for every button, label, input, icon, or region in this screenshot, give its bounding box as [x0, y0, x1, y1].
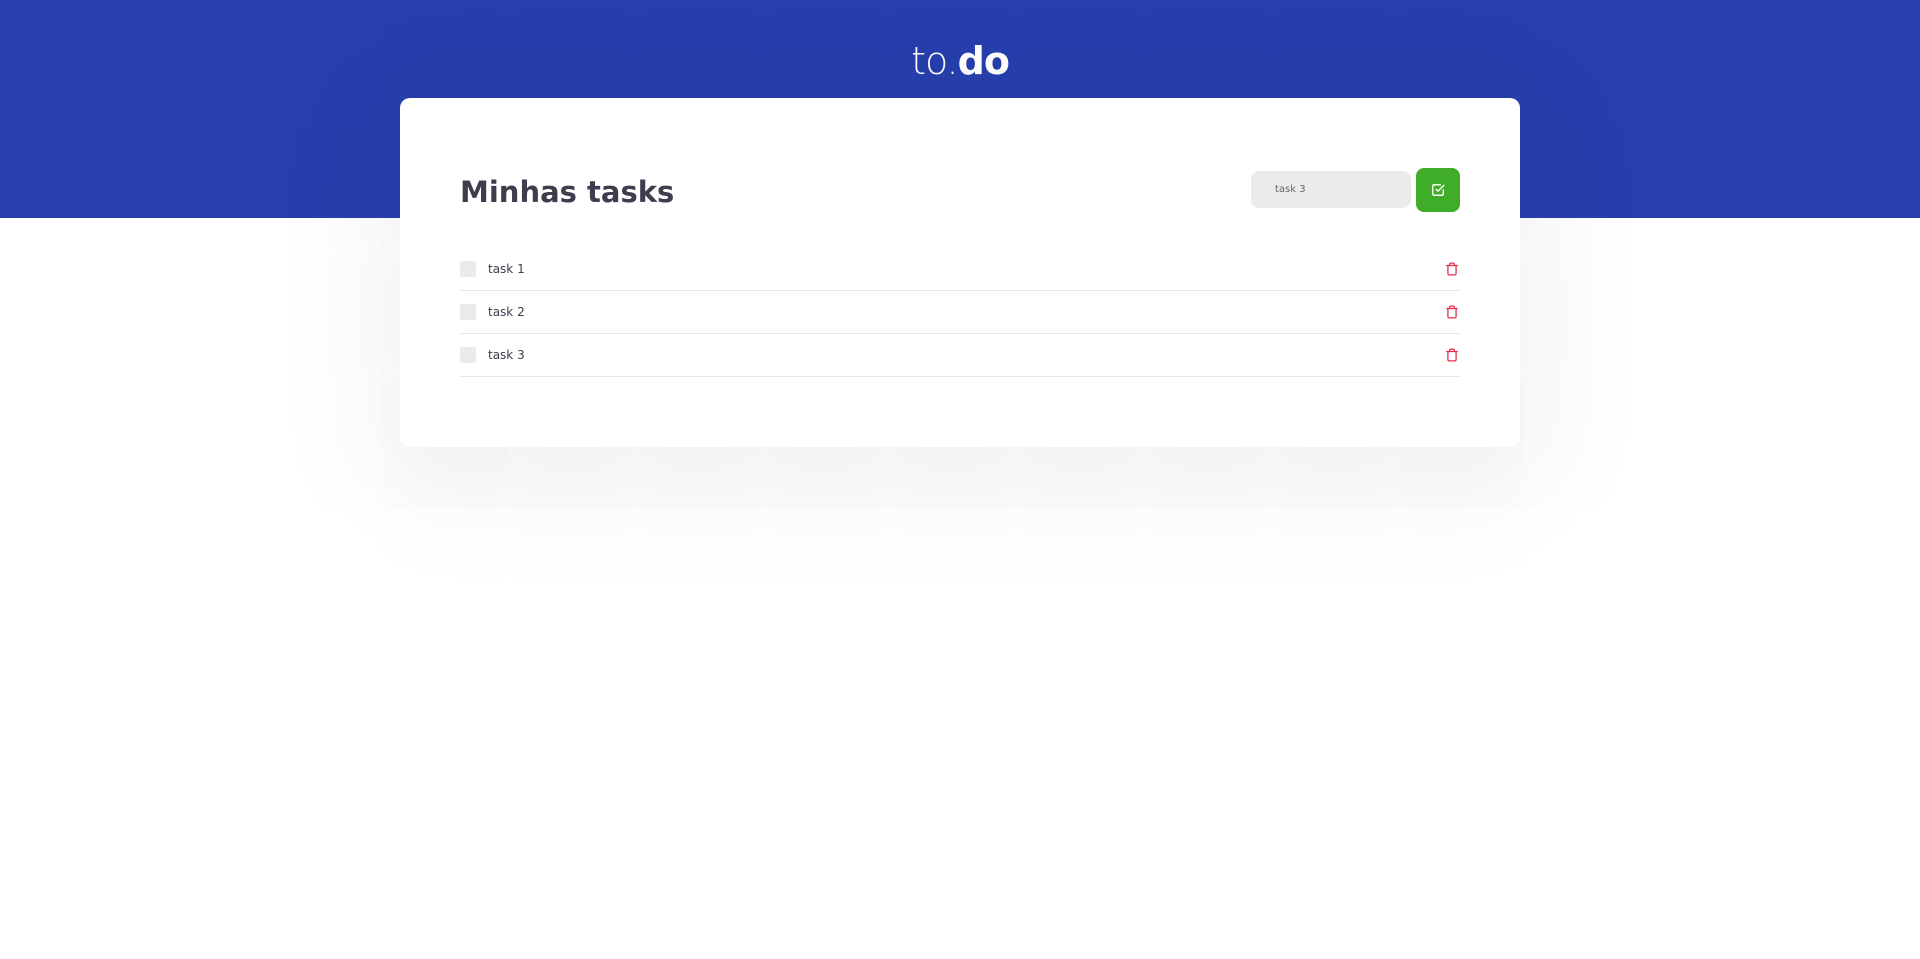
delete-task-button[interactable]: [1444, 347, 1460, 363]
task-checkbox[interactable]: [460, 304, 476, 320]
logo: to.do: [0, 38, 1920, 84]
trash-icon: [1445, 304, 1459, 320]
page-title: Minhas tasks: [460, 175, 675, 209]
task-label: task 3: [488, 348, 525, 362]
task-row: task 1: [460, 248, 1460, 291]
delete-task-button[interactable]: [1444, 261, 1460, 277]
task-label: task 1: [488, 262, 525, 276]
logo-prefix: to.: [911, 39, 959, 83]
tasks-card: Minhas tasks task 1 ta: [400, 98, 1520, 447]
trash-icon: [1445, 347, 1459, 363]
task-row: task 2: [460, 291, 1460, 334]
logo-suffix: do: [957, 39, 1010, 83]
check-square-icon: [1431, 183, 1445, 197]
task-checkbox[interactable]: [460, 261, 476, 277]
task-checkbox[interactable]: [460, 347, 476, 363]
task-label: task 2: [488, 305, 525, 319]
add-task-button[interactable]: [1416, 168, 1460, 212]
task-row: task 3: [460, 334, 1460, 377]
new-task-input[interactable]: [1251, 171, 1411, 208]
trash-icon: [1445, 261, 1459, 277]
task-list: task 1 task 2 task 3: [460, 248, 1460, 377]
delete-task-button[interactable]: [1444, 304, 1460, 320]
